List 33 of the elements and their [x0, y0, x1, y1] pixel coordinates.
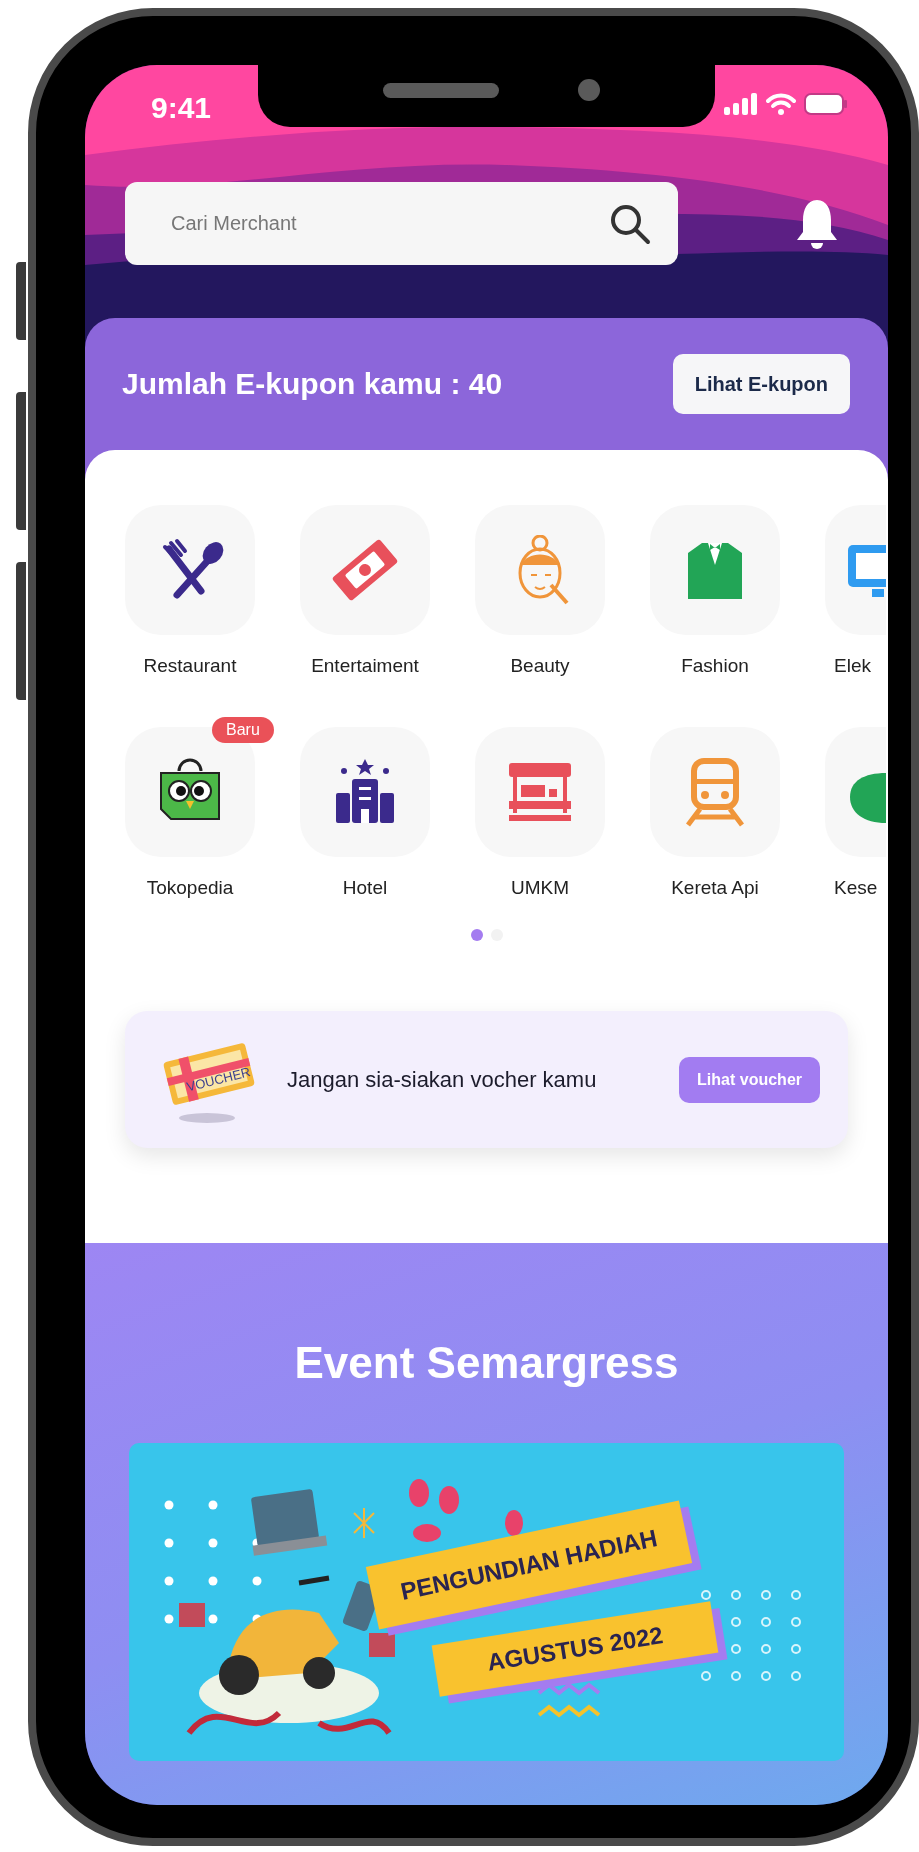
category-label: Entertaiment	[311, 655, 419, 677]
status-time: 9:41	[151, 91, 212, 125]
category-tile[interactable]	[825, 505, 886, 635]
category-label: Restaurant	[143, 655, 237, 677]
section-title: Event Semargress	[294, 1338, 679, 1388]
category-tile[interactable]	[475, 727, 605, 857]
category-tile[interactable]	[475, 505, 605, 635]
search-icon	[608, 202, 652, 246]
category-label: Elek	[834, 655, 871, 677]
category-tile[interactable]	[300, 727, 430, 857]
camera-dot	[578, 79, 600, 101]
category-tile[interactable]	[125, 505, 255, 635]
wifi-icon	[766, 93, 796, 115]
page-dot[interactable]	[470, 929, 483, 941]
category-label: Kereta Api	[671, 877, 759, 899]
search-field[interactable]: Cari Merchant	[125, 182, 678, 265]
bell-icon	[795, 197, 839, 250]
voucher-message: Jangan sia-siakan vocher kamu	[287, 1066, 598, 1093]
signal-icon	[724, 93, 758, 115]
category-label: Tokopedia	[146, 877, 234, 899]
category-tile[interactable]	[825, 727, 886, 857]
new-badge: Baru	[212, 717, 274, 743]
category-label: Fashion	[681, 655, 749, 677]
category-tile[interactable]	[300, 505, 430, 635]
category-tile[interactable]	[650, 505, 780, 635]
category-tile[interactable]	[650, 727, 780, 857]
coupon-count-text: Jumlah E-kupon kamu : 40	[122, 367, 503, 401]
category-label: Hotel	[342, 877, 388, 899]
category-label: Kese	[834, 877, 878, 899]
view-coupon-button[interactable]: Lihat E-kupon	[672, 354, 850, 414]
category-label: UMKM	[510, 877, 570, 899]
category-label: Beauty	[510, 655, 570, 677]
battery-icon	[804, 93, 848, 115]
